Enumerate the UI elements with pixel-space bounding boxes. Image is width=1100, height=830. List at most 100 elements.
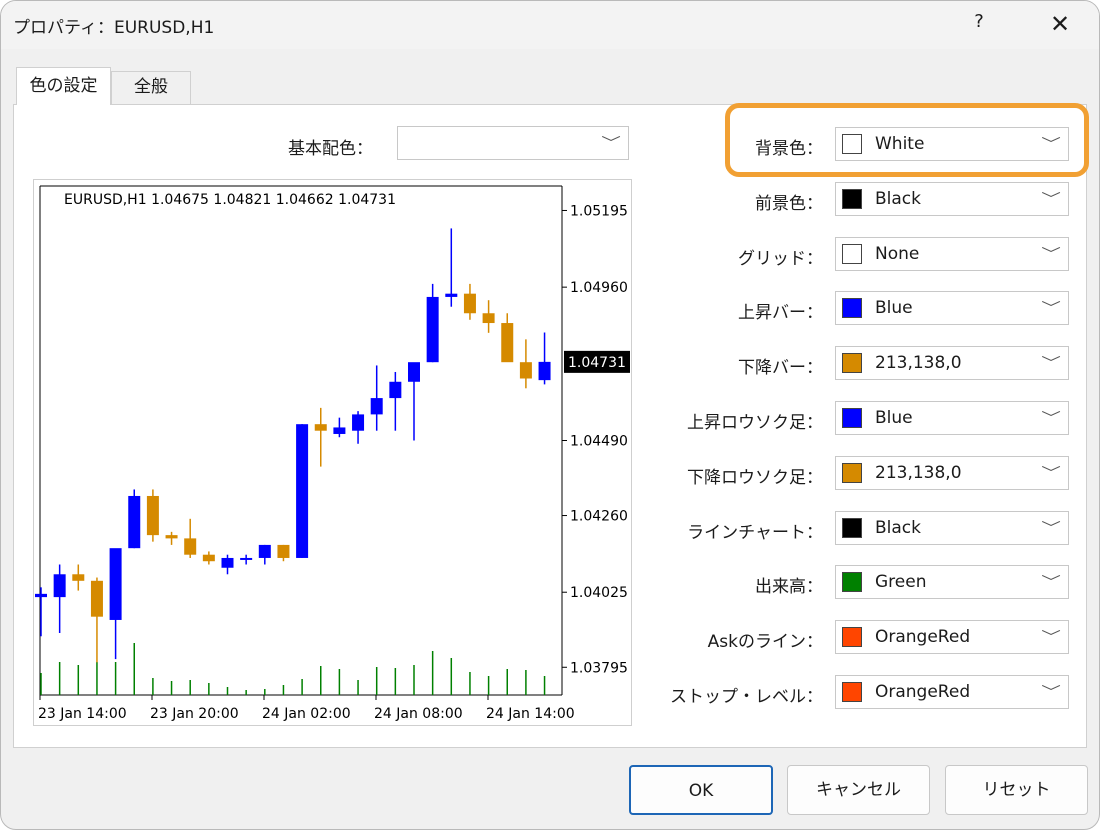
candle-body <box>202 554 215 562</box>
y-tick-label: 1.03795 <box>570 660 628 676</box>
ok-button[interactable]: OK <box>629 765 773 815</box>
candle-body <box>426 296 439 363</box>
chevron-down-icon: ﹀ <box>1041 685 1061 701</box>
color-value: None <box>875 244 920 264</box>
ask-line-color-select[interactable]: OrangeRed ﹀ <box>835 620 1069 654</box>
color-value: 213,138,0 <box>875 353 962 373</box>
candle-body <box>109 548 122 620</box>
color-value: Green <box>875 572 927 592</box>
candle-body <box>408 362 420 382</box>
candle-body <box>445 293 458 297</box>
color-value: Black <box>875 518 921 538</box>
color-value: OrangeRed <box>875 627 971 647</box>
candle-body <box>314 424 327 431</box>
color-swatch <box>842 572 862 592</box>
x-tick-label: 24 Jan 08:00 <box>374 706 463 722</box>
candle-body <box>463 293 476 314</box>
candle-body <box>53 574 66 598</box>
color-value: Black <box>875 189 921 209</box>
current-price-label: 1.04731 <box>568 355 626 371</box>
candle-body <box>296 424 309 558</box>
color-scheme-select[interactable]: ﹀ <box>397 126 629 160</box>
color-scheme-label: 基本配色： <box>288 139 373 159</box>
y-tick-label: 1.04490 <box>570 434 628 450</box>
candle-body <box>221 557 234 568</box>
color-swatch <box>842 627 862 647</box>
tab-general[interactable]: 全般 <box>111 71 191 105</box>
candle-body <box>370 398 383 415</box>
candle-body <box>146 495 159 536</box>
properties-dialog: プロパティ：EURUSD,H1 ? ✕ 色の設定 全般 基本配色： ﹀ EURU… <box>0 0 1100 830</box>
chevron-down-icon: ﹀ <box>1041 192 1061 208</box>
bear-candle-color-label: 下降ロウソク足： <box>687 468 823 488</box>
y-tick-label: 1.04260 <box>570 509 628 525</box>
candle-body <box>90 580 103 617</box>
bear-candle-color-select[interactable]: 213,138,0 ﹀ <box>835 456 1069 490</box>
chevron-down-icon: ﹀ <box>1041 247 1061 263</box>
bull-bar-color-select[interactable]: Blue ﹀ <box>835 291 1069 325</box>
bull-candle-color-select[interactable]: Blue ﹀ <box>835 401 1069 435</box>
color-swatch <box>842 682 862 702</box>
chevron-down-icon: ﹀ <box>1041 630 1061 646</box>
x-tick-label: 24 Jan 14:00 <box>486 706 575 722</box>
chevron-down-icon: ﹀ <box>1041 356 1061 372</box>
chevron-down-icon: ﹀ <box>1041 466 1061 482</box>
candle-body <box>128 495 141 549</box>
line-chart-color-select[interactable]: Black ﹀ <box>835 511 1069 545</box>
x-tick-label: 23 Jan 20:00 <box>150 706 239 722</box>
close-button[interactable]: ✕ <box>1045 9 1075 39</box>
volume-color-select[interactable]: Green ﹀ <box>835 565 1069 599</box>
volume-color-label: 出来高： <box>755 577 823 597</box>
color-swatch <box>842 244 862 264</box>
chevron-down-icon: ﹀ <box>601 136 621 152</box>
chevron-down-icon: ﹀ <box>1041 521 1061 537</box>
title-bar: プロパティ：EURUSD,H1 ? ✕ <box>1 1 1099 49</box>
bear-bar-color-label: 下降バー： <box>738 358 823 378</box>
chart-svg: EURUSD,H1 1.04675 1.04821 1.04662 1.0473… <box>35 185 630 722</box>
stop-level-color-select[interactable]: OrangeRed ﹀ <box>835 675 1069 709</box>
chevron-down-icon: ﹀ <box>1041 301 1061 317</box>
color-swatch <box>842 408 862 428</box>
color-swatch <box>842 463 862 483</box>
y-tick-label: 1.05195 <box>570 203 628 219</box>
help-button[interactable]: ? <box>967 11 991 37</box>
x-tick-label: 24 Jan 02:00 <box>262 706 351 722</box>
candle-body <box>277 544 290 558</box>
foreground-color-select[interactable]: Black ﹀ <box>835 182 1069 216</box>
bull-bar-color-label: 上昇バー： <box>738 303 823 323</box>
candle-body <box>72 574 85 581</box>
candle-body <box>240 557 253 560</box>
bear-bar-color-select[interactable]: 213,138,0 ﹀ <box>835 346 1069 380</box>
chevron-down-icon: ﹀ <box>1041 575 1061 591</box>
line-chart-color-label: ラインチャート： <box>687 523 823 543</box>
chevron-down-icon: ﹀ <box>1041 411 1061 427</box>
bull-candle-color-label: 上昇ロウソク足： <box>687 413 823 433</box>
stop-level-color-label: ストップ・レベル： <box>670 687 823 707</box>
grid-color-label: グリッド： <box>738 249 823 269</box>
dialog-title: プロパティ：EURUSD,H1 <box>13 18 215 38</box>
color-swatch <box>842 518 862 538</box>
candle-body <box>258 544 271 558</box>
candle-body <box>35 593 47 598</box>
candle-body <box>482 313 495 324</box>
reset-button[interactable]: リセット <box>945 765 1088 815</box>
candle-body <box>184 538 197 555</box>
color-value: Blue <box>875 298 913 318</box>
cancel-button[interactable]: キャンセル <box>787 765 930 815</box>
color-value: Blue <box>875 408 913 428</box>
candle-body <box>389 381 402 399</box>
color-value: OrangeRed <box>875 682 971 702</box>
chart-preview: EURUSD,H1 1.04675 1.04821 1.04662 1.0473… <box>33 179 632 726</box>
y-tick-label: 1.04025 <box>570 585 628 601</box>
grid-color-select[interactable]: None ﹀ <box>835 237 1069 271</box>
candle-body <box>165 535 178 539</box>
color-swatch <box>842 298 862 318</box>
color-swatch <box>842 189 862 209</box>
color-value: 213,138,0 <box>875 463 962 483</box>
candle-body <box>538 361 551 381</box>
x-tick-label: 23 Jan 14:00 <box>38 706 127 722</box>
candle-body <box>519 362 532 379</box>
ask-line-color-label: Askのライン： <box>707 632 823 652</box>
foreground-color-label: 前景色： <box>755 194 823 214</box>
tab-color-settings[interactable]: 色の設定 <box>16 67 111 105</box>
